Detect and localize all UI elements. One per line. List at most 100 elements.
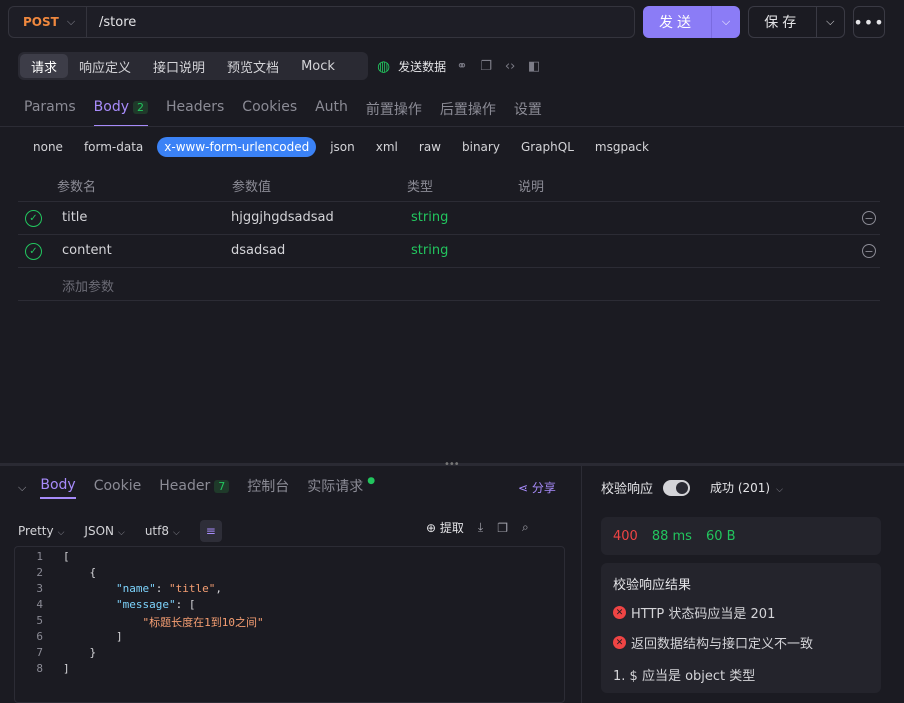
url-bar: POST ⌵ /store [8,6,635,38]
link-icon[interactable]: ⚭ [454,59,470,74]
download-icon[interactable]: ⤓ [478,520,483,535]
remove-icon[interactable]: − [862,211,876,225]
json-key: "name" [115,582,156,595]
collapse-chevron-icon[interactable]: ⌵ [18,481,26,495]
header-desc: 说明 [518,180,545,195]
body-type-selector: none form-data x-www-form-urlencoded jso… [26,137,663,157]
encoding-label: utf8 [144,524,169,538]
line-number: 4 [36,598,43,611]
body-type-urlencoded[interactable]: x-www-form-urlencoded [157,137,317,157]
verify-header: 校验响应 成功 (201) ⌵ [601,478,783,497]
verify-label: 校验响应 [601,482,654,497]
add-param-input[interactable]: 添加参数 [62,276,114,295]
tab-headers[interactable]: Headers [166,94,224,127]
tab-settings[interactable]: 设置 [514,94,542,127]
share-button[interactable]: ⋖ 分享 [518,479,556,496]
pretty-label: Pretty [18,524,54,538]
response-code-viewer[interactable]: 1 [2 {3 "name": "title", 4 "message": [5 "… [14,546,565,703]
tab-console[interactable]: 控制台 [247,476,289,500]
tab-response-cookie[interactable]: Cookie [94,478,142,498]
error-icon: ✕ [613,636,626,649]
tab-response-body[interactable]: Body [40,477,76,499]
lang-label: JSON [84,524,114,538]
param-value[interactable]: hjggjhgdsadsad [231,210,334,225]
tab-pre-ops[interactable]: 前置操作 [366,94,422,127]
remove-icon[interactable]: − [862,244,876,258]
tab-request[interactable]: 请求 [20,54,69,78]
body-type-json[interactable]: json [323,137,362,157]
error-icon: ✕ [613,606,626,619]
body-type-msgpack[interactable]: msgpack [588,137,656,157]
param-type[interactable]: string [411,243,448,258]
view-tabs: 请求 响应定义 接口说明 预览文档 Mock [18,52,368,80]
chevron-down-icon[interactable]: ⌵ [815,7,844,37]
encoding-select[interactable]: utf8 ⌵ [145,524,180,538]
tab-params[interactable]: Params [24,94,76,127]
copy-icon[interactable]: ❐ [497,521,508,535]
tab-preview-doc[interactable]: 预览文档 [216,54,290,78]
format-toolbar: Pretty ⌵ JSON ⌵ utf8 ⌵ ≡ [18,520,222,542]
chevron-down-icon: ⌵ [66,15,76,28]
extract-icon: ⊕ [426,521,437,535]
header-value: 参数值 [232,180,272,195]
param-name[interactable]: content [62,243,112,258]
url-input[interactable]: /store [87,15,136,30]
send-data-tools: ◍ 发送数据 ⚭ ❐ ‹› ◧ [377,57,542,75]
lang-select[interactable]: JSON ⌵ [84,524,124,538]
add-param-row: 添加参数 [18,268,880,301]
body-type-form-data[interactable]: form-data [77,137,150,157]
code-icon[interactable]: ‹› [502,59,518,74]
grip-icon[interactable]: ••• [444,459,460,470]
copy-icon[interactable]: ❐ [478,59,494,74]
wrap-icon[interactable]: ≡ [199,520,222,542]
body-type-binary[interactable]: binary [455,137,507,157]
param-value[interactable]: dsadsad [231,243,285,258]
line-number: 5 [36,614,43,627]
tab-actual-request-label: 实际请求 [307,479,364,495]
tab-response-header-label: Header [159,478,211,494]
tab-auth[interactable]: Auth [315,94,348,127]
chevron-down-icon: ⌵ [57,528,65,538]
share-label: 分享 [531,481,556,495]
check-icon[interactable]: ✓ [25,243,42,260]
method-select[interactable]: POST ⌵ [9,7,87,37]
param-tabs: Params Body 2 Headers Cookies Auth 前置操作 后… [24,94,560,127]
verify-status-select[interactable]: 成功 (201) ⌵ [710,479,783,496]
status-code: 400 [613,528,638,544]
code-line: [ [63,550,70,563]
send-data-label[interactable]: 发送数据 [398,58,446,75]
tab-mock[interactable]: Mock [290,54,346,78]
search-icon[interactable]: ⌕ [522,520,529,535]
chevron-down-icon[interactable]: ⌵ [711,6,740,38]
send-button[interactable]: 发送 ⌵ [643,6,740,38]
json-value: [ [188,598,196,611]
verify-toggle[interactable] [663,479,691,496]
panel-icon[interactable]: ◧ [526,59,542,74]
tab-api-description[interactable]: 接口说明 [142,54,216,78]
tab-response-definition[interactable]: 响应定义 [68,54,142,78]
body-type-raw[interactable]: raw [412,137,448,157]
body-type-graphql[interactable]: GraphQL [514,137,581,157]
save-button[interactable]: 保存 ⌵ [748,6,845,38]
divider [0,126,904,127]
pretty-select[interactable]: Pretty ⌵ [18,524,64,538]
response-tabs: ⌵ Body Cookie Header 7 控制台 实际请求 ● [18,476,393,500]
tab-actual-request[interactable]: 实际请求 ● [307,476,375,500]
code-line: "message": [ [115,598,196,611]
error-item: ✕ 返回数据结构与接口定义不一致 [613,633,813,652]
error-text: 返回数据结构与接口定义不一致 [631,637,814,652]
error-item: ✕ HTTP 状态码应当是 201 [613,603,775,622]
more-button[interactable]: ••• [853,6,885,38]
tab-post-ops[interactable]: 后置操作 [440,94,496,127]
param-name[interactable]: title [62,210,87,225]
body-type-xml[interactable]: xml [369,137,405,157]
body-type-none[interactable]: none [26,137,70,157]
tab-body[interactable]: Body 2 [93,94,149,127]
tab-response-header[interactable]: Header 7 [159,478,230,498]
vertical-divider[interactable] [581,466,582,703]
param-type[interactable]: string [411,210,448,225]
tab-body-label: Body [93,99,130,115]
check-icon[interactable]: ✓ [25,210,42,227]
tab-cookies[interactable]: Cookies [242,94,297,127]
extract-button[interactable]: ⊕ 提取 [426,519,464,536]
